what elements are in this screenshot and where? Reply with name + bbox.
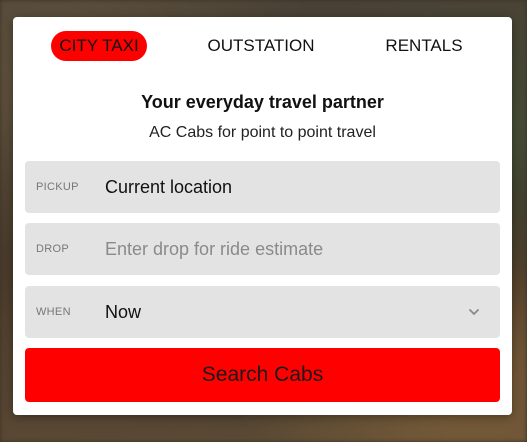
drop-input[interactable] <box>105 223 485 275</box>
drop-label: DROP <box>36 243 69 255</box>
tab-city-taxi[interactable]: CITY TAXI <box>51 31 147 61</box>
subheadline: AC Cabs for point to point travel <box>149 124 376 141</box>
search-cabs-button[interactable]: Search Cabs <box>25 348 500 402</box>
tab-rentals[interactable]: RENTALS <box>379 31 469 61</box>
pickup-field[interactable]: PICKUP <box>25 161 500 213</box>
chevron-down-icon[interactable] <box>468 306 480 318</box>
when-label: WHEN <box>36 306 71 318</box>
tab-outstation[interactable]: OUTSTATION <box>203 31 319 61</box>
trip-type-tabs: CITY TAXI OUTSTATION RENTALS <box>13 31 512 61</box>
booking-card: CITY TAXI OUTSTATION RENTALS Your everyd… <box>13 17 512 415</box>
headline: Your everyday travel partner <box>141 92 384 112</box>
pickup-input[interactable] <box>105 161 485 213</box>
when-value[interactable]: Now <box>105 286 141 338</box>
when-select[interactable]: WHEN Now <box>25 286 500 338</box>
drop-field[interactable]: DROP <box>25 223 500 275</box>
pickup-label: PICKUP <box>36 181 79 193</box>
